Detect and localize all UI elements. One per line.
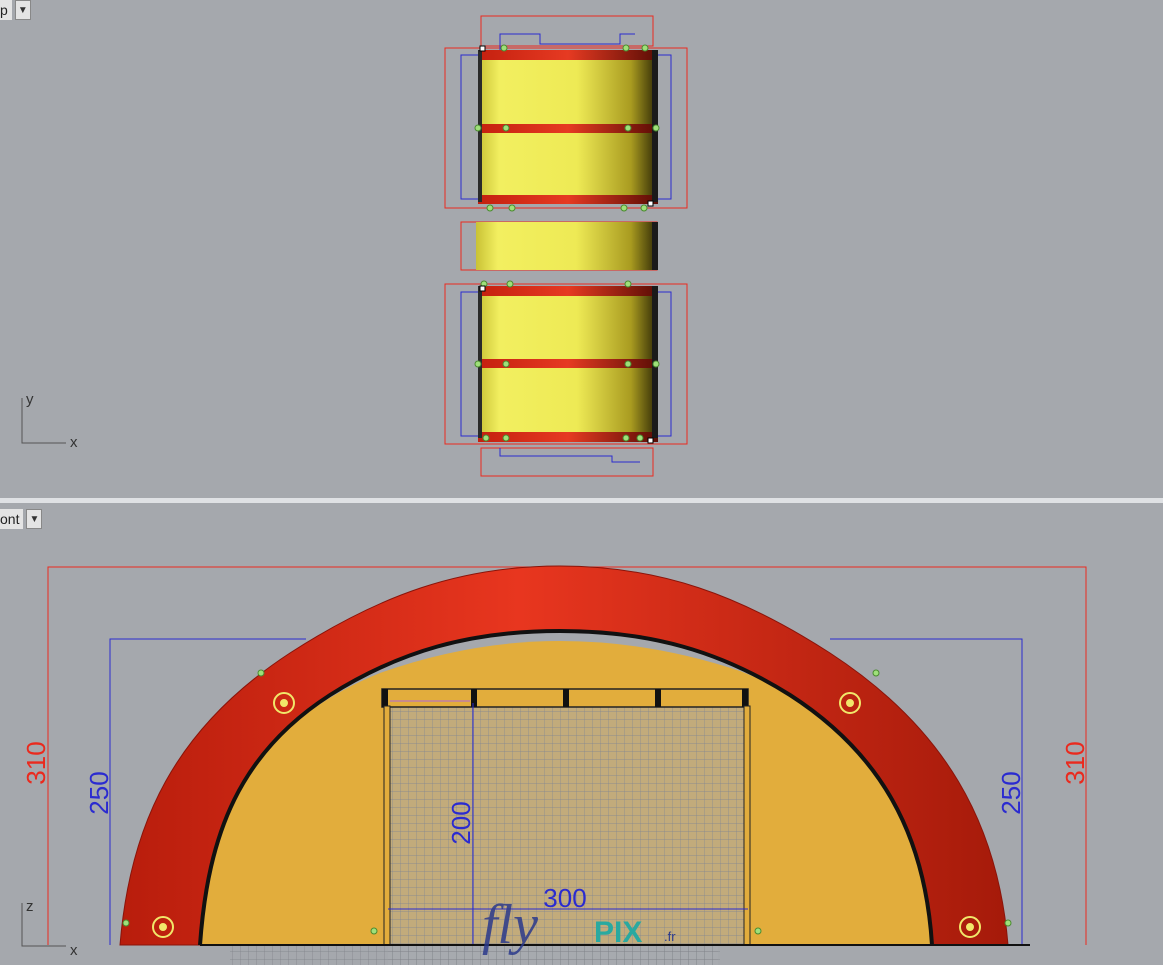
arch-tube (478, 286, 658, 296)
outer-height-right-label: 310 (1060, 741, 1090, 784)
watermark-script: fly (482, 894, 538, 956)
dim-frame (480, 15, 654, 47)
inner-height-left-label: 250 (84, 771, 114, 814)
top-viewport-label: p (0, 0, 12, 20)
tent-connector-tunnel (476, 222, 658, 270)
axis-indicator: y x (21, 391, 78, 451)
axis-label-z: z (26, 898, 34, 915)
axis-label-x: x (70, 434, 78, 451)
door-width-label: 300 (543, 883, 586, 913)
axis-label-y: y (26, 391, 34, 408)
chevron-down-icon[interactable]: ▼ (26, 509, 43, 529)
arch-tube (478, 195, 658, 204)
front-view-drawing: 310 310 250 250 200 300 fly PIX .fr z x (21, 565, 1090, 965)
front-viewport[interactable]: ont ▼ 310 310 250 250 200 300 fly PIX .f… (0, 503, 1163, 965)
front-viewport-label: ont (0, 509, 24, 529)
watermark-pix: PIX (594, 916, 642, 949)
door-height-label: 200 (446, 801, 476, 844)
top-viewport[interactable]: p ▼ y x (0, 0, 1163, 498)
dim-frame (499, 448, 640, 463)
top-view-drawing: y x (21, 15, 688, 477)
top-viewport-title[interactable]: p ▼ (0, 0, 31, 20)
axis-label-x: x (70, 942, 78, 959)
axis-indicator: z x (21, 898, 78, 959)
watermark-tld: .fr (664, 929, 676, 944)
chevron-down-icon[interactable]: ▼ (14, 0, 31, 20)
outer-height-left-label: 310 (21, 741, 51, 784)
arch-tube (478, 50, 658, 60)
inner-height-right-label: 250 (996, 771, 1026, 814)
front-viewport-title[interactable]: ont ▼ (0, 509, 43, 529)
